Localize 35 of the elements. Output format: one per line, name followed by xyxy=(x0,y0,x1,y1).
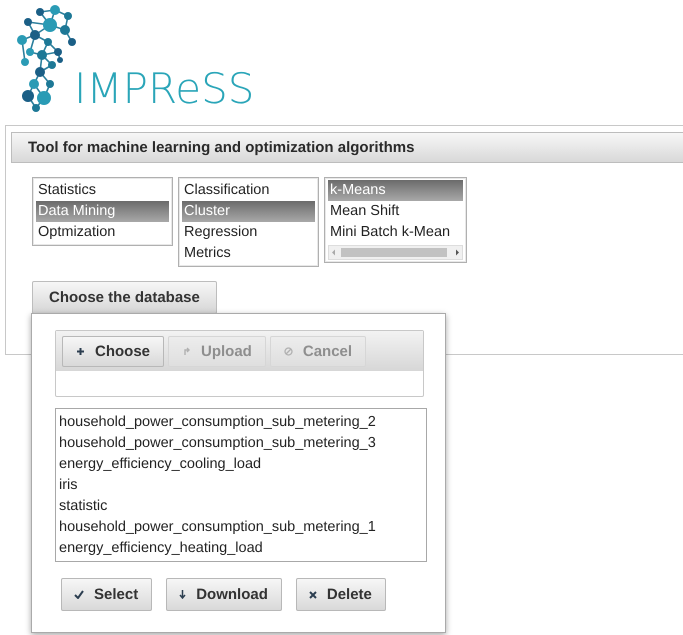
list-option[interactable]: Mini Batch k-Mean xyxy=(328,222,463,243)
list-option[interactable]: Regression xyxy=(182,222,315,243)
cancel-icon xyxy=(284,346,293,356)
list-option[interactable]: Statistics xyxy=(36,180,169,201)
list-option[interactable]: Metrics xyxy=(182,243,315,264)
database-item[interactable]: iris xyxy=(59,475,423,496)
list-option[interactable]: Data Mining xyxy=(36,201,169,222)
close-icon xyxy=(308,590,317,598)
database-list[interactable] xyxy=(55,408,427,562)
plus-icon xyxy=(76,346,85,356)
database-item[interactable]: energy_efficiency_cooling_load xyxy=(59,454,423,475)
list-option[interactable]: Cluster xyxy=(182,201,315,222)
delete-button[interactable]: Delete xyxy=(296,578,386,611)
choose-database-button[interactable]: Choose the database xyxy=(32,281,217,314)
list-option[interactable]: Optmization xyxy=(36,222,169,243)
database-item[interactable]: household_power_consumption_sub_metering_2 xyxy=(59,412,423,433)
download-button[interactable]: Download xyxy=(166,578,282,611)
down-arrow-icon xyxy=(179,590,186,599)
database-item[interactable]: energy_efficiency_heating_load xyxy=(59,538,423,559)
list-option[interactable]: Classification xyxy=(182,180,315,201)
list-box[interactable]: Classification Cluster Regression Metrics xyxy=(178,177,319,267)
panel-title: Tool for machine learning and optimization algorithms xyxy=(11,132,683,163)
upload-icon xyxy=(182,346,192,356)
database-item[interactable]: household_power_consumption_sub_metering_3 xyxy=(59,433,423,454)
database-item[interactable]: household_power_consumption_sub_metering_1 xyxy=(59,517,423,538)
list-box[interactable]: k-Means Mean Shift Mini Batch k-Mean xyxy=(324,177,467,263)
add-button[interactable]: Choose xyxy=(62,336,164,366)
list-option[interactable]: Mean Shift xyxy=(328,201,463,222)
horizontal-scrollbar[interactable] xyxy=(328,245,463,260)
check-icon xyxy=(74,590,84,599)
logo-text: IMPReSS xyxy=(74,68,254,110)
database-item[interactable]: statistic xyxy=(59,496,423,517)
list-option[interactable]: k-Means xyxy=(328,180,463,201)
check-button[interactable]: Select xyxy=(61,578,152,611)
list-box[interactable]: Statistics Data Mining Optmization xyxy=(32,177,173,246)
